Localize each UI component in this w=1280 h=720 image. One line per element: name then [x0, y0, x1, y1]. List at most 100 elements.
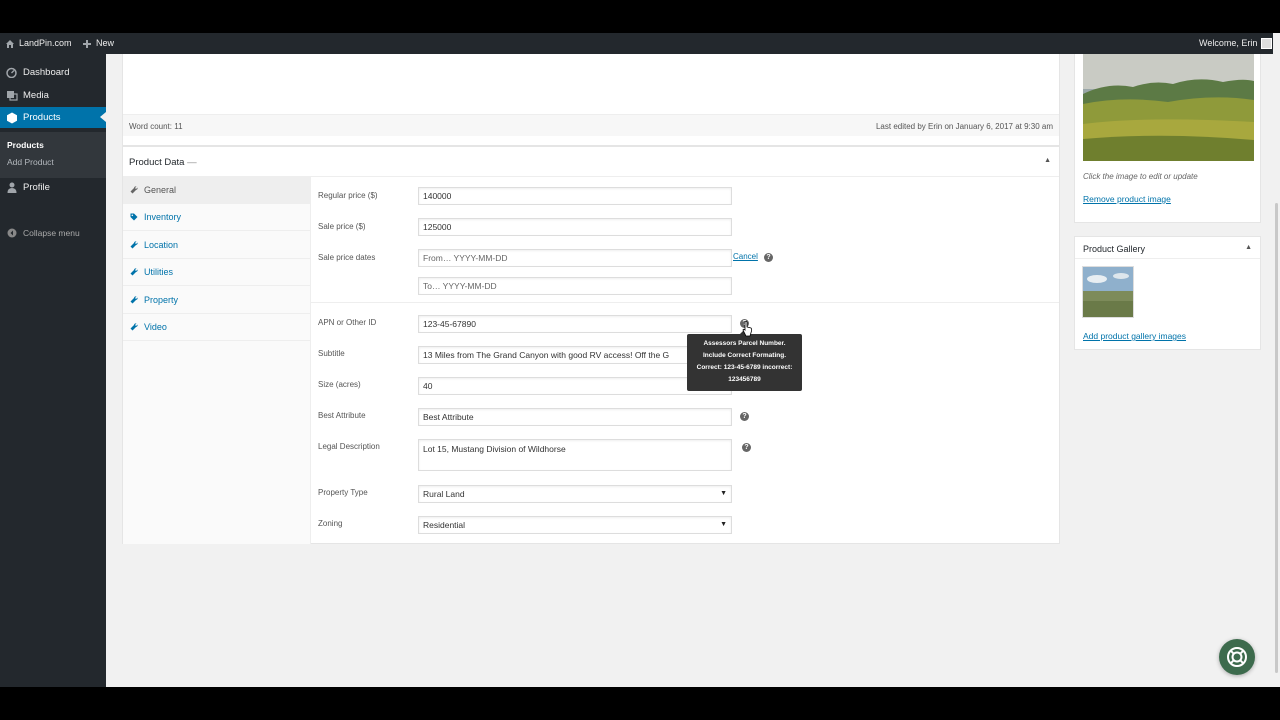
best-attribute-label: Best Attribute — [318, 411, 366, 420]
help-icon[interactable]: ? — [742, 443, 751, 452]
featured-product-image[interactable] — [1083, 54, 1254, 161]
add-gallery-images-link[interactable]: Add product gallery images — [1083, 331, 1186, 341]
wrench-icon — [130, 296, 138, 304]
gallery-title: Product Gallery — [1083, 244, 1146, 254]
product-data-title: Product Data — — [129, 157, 197, 168]
zoning-select[interactable]: Residential ▼ — [418, 516, 732, 534]
collapse-toggle-icon[interactable]: ▲ — [1044, 157, 1051, 164]
collapse-menu-button[interactable]: Collapse menu — [0, 224, 106, 242]
legal-description-label: Legal Description — [318, 442, 380, 451]
tooltip-line: Correct: 123-45-6789 incorrect: — [696, 364, 793, 371]
size-label: Size (acres) — [318, 380, 361, 389]
new-content-link[interactable]: New — [82, 33, 114, 54]
site-name-link[interactable]: LandPin.com — [5, 33, 72, 54]
sale-date-to-input[interactable]: To… YYYY-MM-DD — [418, 277, 732, 295]
gallery-header[interactable]: Product Gallery ▲ — [1075, 237, 1260, 259]
regular-price-input[interactable]: 140000 — [418, 187, 732, 205]
property-type-select[interactable]: Rural Land ▼ — [418, 485, 732, 503]
tab-utilities[interactable]: Utilities — [123, 259, 310, 286]
editor-status-bar: Word count: 11 Last edited by Erin on Ja… — [123, 114, 1059, 136]
size-input[interactable]: 40 — [418, 377, 732, 395]
scrollbar-thumb[interactable] — [1275, 203, 1278, 673]
product-data-title-suffix: — — [187, 157, 197, 168]
tag-icon — [130, 213, 138, 221]
new-label: New — [96, 38, 115, 48]
dropdown-caret-icon: ▼ — [720, 521, 727, 528]
plus-icon — [83, 39, 91, 48]
products-icon — [0, 112, 23, 124]
tab-label: Video — [144, 322, 167, 332]
video-letterbox-bottom — [0, 687, 1280, 720]
sale-date-from-input[interactable]: From… YYYY-MM-DD — [418, 249, 732, 267]
sale-dates-label: Sale price dates — [318, 253, 376, 262]
content-editor[interactable]: Word count: 11 Last edited by Erin on Ja… — [122, 54, 1060, 146]
last-edited: Last edited by Erin on January 6, 2017 a… — [875, 122, 1053, 131]
wrench-icon — [130, 268, 138, 276]
tab-label: Inventory — [144, 212, 182, 222]
subtitle-input[interactable]: 13 Miles from The Grand Canyon with good… — [418, 346, 732, 364]
tooltip-line: Assessors Parcel Number. — [703, 340, 786, 347]
menu-item-label: Products — [23, 112, 61, 123]
wordpress-admin-screen: LandPin.com New Welcome, Erin Dashboard … — [0, 33, 1280, 687]
tooltip-line: Include Correct Formating. — [702, 352, 787, 359]
apn-input[interactable]: 123-45-67890 — [418, 315, 732, 333]
tab-general[interactable]: General — [123, 177, 310, 204]
product-data-box: Product Data — ▲ General Inventory Locat… — [122, 146, 1060, 544]
menu-item-profile[interactable]: Profile — [0, 177, 106, 198]
legal-description-textarea[interactable]: Lot 15, Mustang Division of Wildhorse — [418, 439, 732, 471]
submenu-item-products[interactable]: Products — [7, 140, 44, 150]
dropdown-caret-icon: ▼ — [720, 490, 727, 497]
admin-bar: LandPin.com New Welcome, Erin — [0, 33, 1280, 54]
account-menu[interactable]: Welcome, Erin — [1199, 33, 1273, 54]
menu-item-media[interactable]: Media — [0, 85, 106, 106]
subtitle-label: Subtitle — [318, 349, 345, 358]
mouse-cursor-icon — [742, 321, 753, 337]
tooltip-line: 123456789 — [728, 376, 761, 383]
tab-property[interactable]: Property — [123, 287, 310, 314]
help-lifebuoy-button[interactable] — [1219, 639, 1255, 675]
zoning-label: Zoning — [318, 519, 343, 528]
site-name-label: LandPin.com — [19, 38, 72, 48]
product-data-tabs: General Inventory Location Utilities Pro… — [123, 177, 311, 544]
submenu-item-add-product[interactable]: Add Product — [7, 157, 54, 167]
apn-help-tooltip: Assessors Parcel Number. Include Correct… — [687, 329, 802, 391]
tab-inventory[interactable]: Inventory — [123, 204, 310, 231]
media-icon — [0, 90, 23, 101]
property-type-label: Property Type — [318, 488, 368, 497]
wrench-icon — [130, 241, 138, 249]
dashboard-icon — [0, 67, 23, 78]
menu-item-dashboard[interactable]: Dashboard — [0, 62, 106, 83]
profile-icon — [0, 182, 23, 193]
gallery-thumbnail[interactable] — [1082, 266, 1134, 318]
menu-item-label: Dashboard — [23, 67, 70, 78]
tab-label: Property — [144, 295, 179, 305]
image-caption: Click the image to edit or update — [1083, 172, 1198, 181]
best-attribute-input[interactable]: Best Attribute — [418, 408, 732, 426]
menu-item-label: Media — [23, 90, 49, 101]
product-data-title-text: Product Data — [129, 157, 185, 168]
product-gallery-box: Product Gallery ▲ Add product gallery im… — [1074, 236, 1261, 350]
tab-location[interactable]: Location — [123, 232, 310, 259]
help-icon[interactable]: ? — [740, 412, 749, 421]
video-letterbox-top — [0, 0, 1280, 33]
remove-product-image-link[interactable]: Remove product image — [1083, 194, 1171, 204]
collapse-toggle-icon[interactable]: ▲ — [1245, 244, 1252, 251]
tab-label: Utilities — [144, 267, 174, 277]
regular-price-label: Regular price ($) — [318, 191, 378, 200]
menu-item-products[interactable]: Products — [0, 107, 106, 128]
help-icon[interactable]: ? — [764, 253, 773, 262]
sale-price-label: Sale price ($) — [318, 222, 366, 231]
section-divider — [311, 302, 1059, 303]
collapse-label: Collapse menu — [23, 228, 80, 238]
tab-label: General — [144, 185, 177, 195]
sale-price-input[interactable]: 125000 — [418, 218, 732, 236]
wrench-icon — [130, 186, 138, 194]
collapse-icon — [0, 228, 23, 238]
cancel-schedule-link[interactable]: Cancel — [733, 252, 758, 261]
menu-item-label: Profile — [23, 182, 50, 193]
product-image-box: Click the image to edit or update Remove… — [1074, 54, 1261, 223]
tab-video[interactable]: Video — [123, 314, 310, 341]
apn-label: APN or Other ID — [318, 318, 377, 327]
products-submenu: Products Add Product — [0, 132, 106, 178]
product-data-header[interactable]: Product Data — ▲ — [123, 147, 1059, 177]
